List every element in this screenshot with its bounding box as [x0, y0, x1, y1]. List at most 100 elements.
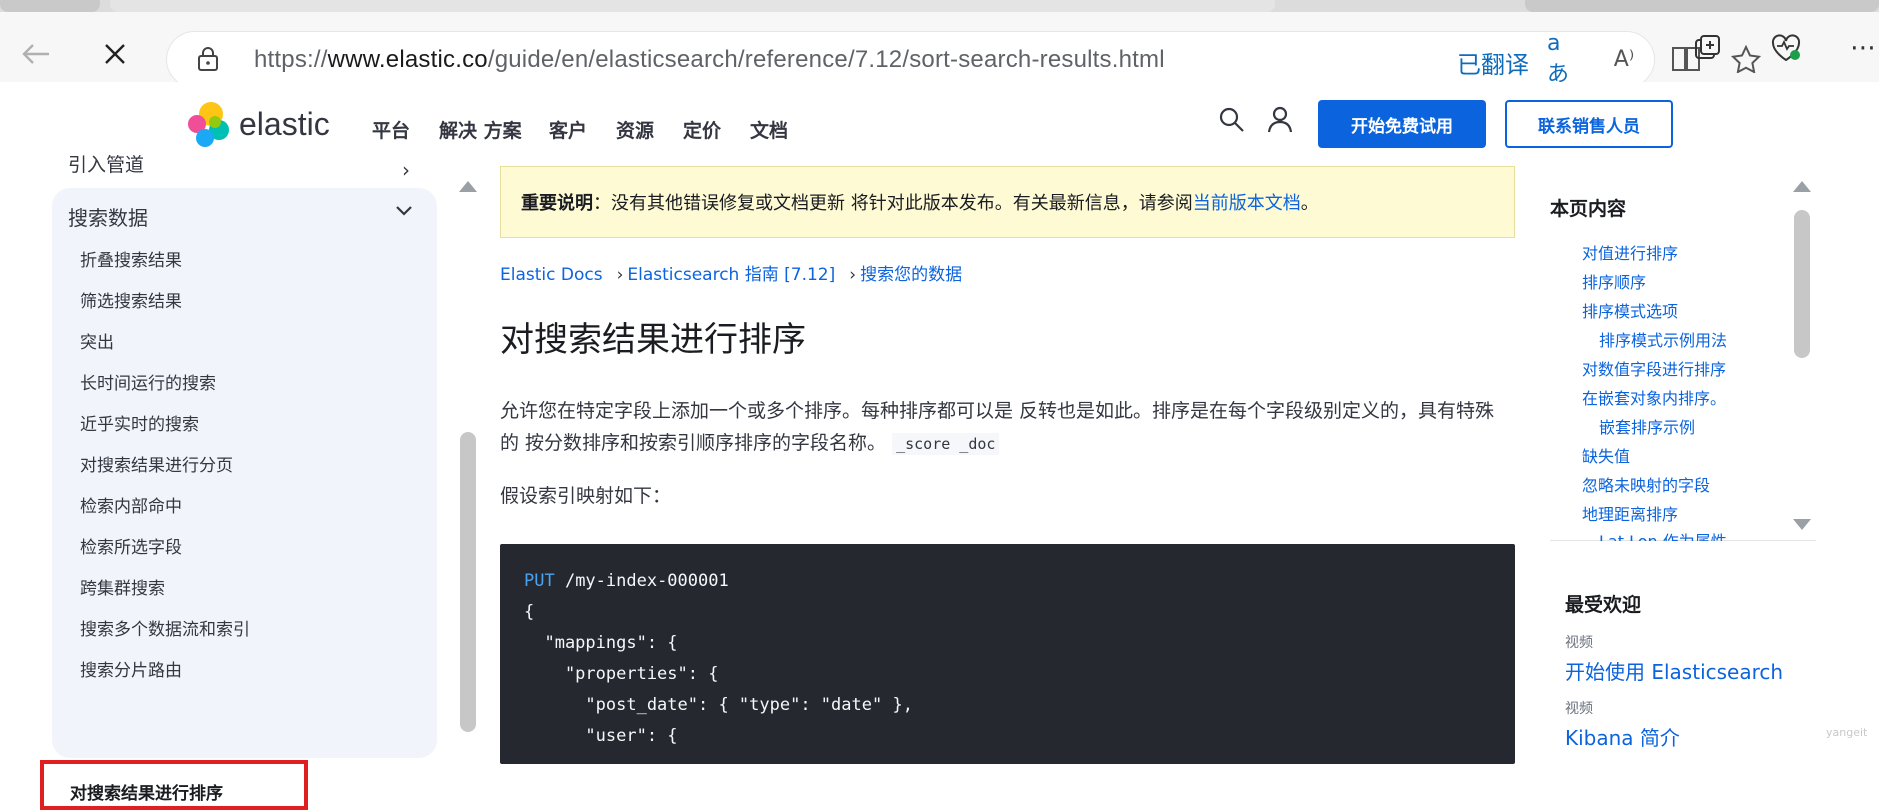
popular-item-link[interactable]: Kibana 简介	[1565, 722, 1680, 751]
toc-item[interactable]: 对数值字段进行排序	[1582, 356, 1726, 380]
page-title: 对搜索结果进行排序	[500, 320, 806, 360]
more-icon[interactable]: ⋯	[1843, 30, 1879, 66]
inline-code: _score _doc	[892, 433, 1000, 455]
toc-item[interactable]: 排序模式选项	[1582, 298, 1678, 322]
toc-item[interactable]: 排序顺序	[1582, 269, 1646, 293]
elastic-logo[interactable]: elastic	[185, 100, 330, 148]
toc-scroll-down-icon[interactable]	[1793, 519, 1811, 530]
toc-scroll-up-icon[interactable]	[1793, 181, 1811, 192]
chevron-right-icon[interactable]: ›	[402, 158, 410, 182]
browser-chrome: https://www.elastic.co/guide/en/elastics…	[0, 0, 1879, 87]
address-bar[interactable]: https://www.elastic.co/guide/en/elastics…	[167, 31, 1761, 87]
search-icon[interactable]	[1218, 106, 1246, 138]
nav-pricing[interactable]: 定价	[683, 116, 721, 143]
sidebar-item[interactable]: 检索所选字段	[80, 533, 182, 558]
sidebar-item-active[interactable]: 对搜索结果进行排序	[40, 760, 308, 810]
sidebar-item[interactable]: 折叠搜索结果	[80, 246, 182, 271]
sidebar-item-ingest-pipelines[interactable]: 引入管道	[68, 154, 428, 184]
lock-icon[interactable]	[191, 44, 225, 74]
toc-subitem[interactable]: 嵌套排序示例	[1599, 414, 1695, 438]
contact-sales-button[interactable]: 联系销售人员	[1505, 100, 1673, 148]
breadcrumb-link[interactable]: Elastic Docs	[500, 265, 603, 285]
collections-icon[interactable]	[1688, 30, 1728, 66]
toc-scrollbar-thumb[interactable]	[1794, 210, 1810, 358]
toc-item[interactable]: 在嵌套对象内排序。	[1582, 385, 1726, 409]
web-page: elastic 平台 解决 方案 客户 资源 定价 文档 开始免费试用 联系销售…	[0, 82, 1879, 810]
docs-sidebar: 引入管道 › 搜索数据 折叠搜索结果 筛选搜索结果 突出 长时间运行的搜索 近乎…	[40, 154, 437, 810]
elastic-logo-icon	[188, 102, 229, 147]
toc-subitem[interactable]: Lat Lon 作为属性	[1599, 528, 1727, 541]
breadcrumb-link[interactable]: 搜索您的数据	[860, 265, 962, 285]
current-docs-link[interactable]: 当前版本文档	[1193, 189, 1301, 215]
popular-item-link[interactable]: 开始使用 Elasticsearch	[1565, 656, 1783, 685]
health-icon[interactable]	[1766, 30, 1806, 66]
sidebar-item[interactable]: 搜索分片路由	[80, 656, 182, 681]
breadcrumb-link[interactable]: Elasticsearch 指南 [7.12]	[627, 265, 835, 285]
breadcrumb-separator: ›	[849, 265, 857, 285]
sidebar-item[interactable]: 对搜索结果进行分页	[80, 451, 233, 476]
user-icon[interactable]	[1266, 105, 1294, 137]
favorite-star-icon[interactable]	[1729, 44, 1763, 74]
notice-label: 重要说明	[521, 193, 593, 214]
sidebar-item-active-label: 对搜索结果进行排序	[70, 784, 223, 804]
sidebar-item[interactable]: 检索内部命中	[80, 492, 182, 517]
url-text[interactable]: https://www.elastic.co/guide/en/elastics…	[254, 46, 1165, 74]
version-notice: 重要说明 ：没有其他错误修复或文档更新 将针对此版本发布。有关最新信息，请参阅 当前…	[500, 166, 1515, 238]
sidebar-item[interactable]: 跨集群搜索	[80, 574, 165, 599]
sidebar-item[interactable]: 突出	[80, 328, 114, 353]
chevron-down-icon[interactable]	[394, 200, 414, 224]
start-free-trial-button[interactable]: 开始免费试用	[1318, 100, 1486, 148]
nav-docs[interactable]: 文档	[750, 116, 788, 143]
code-line: "properties": {	[524, 664, 719, 684]
sidebar-item[interactable]: 筛选搜索结果	[80, 287, 182, 312]
nav-resources[interactable]: 资源	[616, 116, 654, 143]
code-path: /my-index-000001	[554, 571, 729, 591]
nav-customers[interactable]: 客户	[549, 116, 587, 143]
browser-tab[interactable]	[1525, 0, 1879, 12]
sidebar-group-search-data: 搜索数据 折叠搜索结果 筛选搜索结果 突出 长时间运行的搜索 近乎实时的搜索 对…	[52, 188, 437, 758]
nav-platform[interactable]: 平台	[372, 116, 410, 143]
intro-paragraph: 允许您在特定字段上添加一个或多个排序。每种排序都可以是 反转也是如此。排序是在每…	[500, 395, 1515, 460]
scroll-up-arrow-icon[interactable]	[459, 181, 477, 192]
popular-item-kind: 视频	[1565, 701, 1593, 717]
sidebar-group-title[interactable]: 搜索数据	[68, 202, 148, 231]
toc-item[interactable]: 忽略未映射的字段	[1582, 472, 1710, 496]
sidebar-item[interactable]: 搜索多个数据流和索引	[80, 615, 250, 640]
breadcrumb-separator: ›	[616, 265, 624, 285]
translate-icon[interactable]: aあ	[1547, 31, 1581, 87]
nav-solutions[interactable]: 解决 方案	[439, 116, 522, 143]
code-line: "post_date": { "type": "date" },	[524, 695, 913, 715]
notice-end: 。	[1300, 193, 1319, 214]
tab-strip	[0, 0, 1879, 12]
toc-subitem[interactable]: 排序模式示例用法	[1599, 327, 1727, 351]
code-method: PUT	[524, 571, 555, 591]
translated-label[interactable]: 已翻译	[1457, 45, 1529, 80]
code-line: "mappings": {	[524, 633, 678, 653]
intro-line-text: 的 按分数排序和按索引顺序排序的字段名称。	[500, 432, 887, 454]
toc-item[interactable]: 地理距离排序	[1582, 501, 1678, 525]
breadcrumb: Elastic Docs › Elasticsearch 指南 [7.12] › 搜索您…	[500, 260, 962, 285]
toc-item[interactable]: 对值进行排序	[1582, 240, 1678, 264]
code-block[interactable]: PUT /my-index-000001 { "mappings": { "pr…	[500, 544, 1515, 764]
notice-text: ：没有其他错误修复或文档更新 将针对此版本发布。有关最新信息，请参阅	[593, 193, 1193, 214]
watermark: yangeit	[1826, 726, 1868, 739]
popular-item-kind: 视频	[1565, 635, 1593, 651]
close-icon[interactable]	[95, 34, 135, 74]
code-line: {	[524, 602, 535, 622]
intro-line: 允许您在特定字段上添加一个或多个排序。每种排序都可以是 反转也是如此。排序是在每…	[500, 400, 1495, 422]
sidebar-item-label: 引入管道	[68, 154, 145, 176]
back-icon[interactable]	[16, 34, 56, 74]
browser-tab[interactable]	[0, 0, 100, 12]
mapping-intro-text: 假设索引映射如下：	[500, 485, 672, 507]
logo-wordmark: elastic	[239, 105, 330, 142]
intro-line: 的 按分数排序和按索引顺序排序的字段名称。 _score _doc	[500, 427, 1515, 460]
on-this-page-toc: 本页内容 对值进行排序 排序顺序 排序模式选项 排序模式示例用法 对数值字段进行…	[1550, 166, 1816, 541]
toc-item[interactable]: 缺失值	[1582, 443, 1630, 467]
read-aloud-icon[interactable]: A⁾	[1607, 44, 1641, 74]
sidebar-scrollbar-thumb[interactable]	[460, 432, 476, 732]
address-toolbar: https://www.elastic.co/guide/en/elastics…	[0, 12, 1879, 87]
sidebar-item[interactable]: 长时间运行的搜索	[80, 369, 216, 394]
sidebar-item[interactable]: 近乎实时的搜索	[80, 410, 199, 435]
browser-tab[interactable]	[110, 0, 1275, 12]
toc-title: 本页内容	[1550, 198, 1627, 220]
